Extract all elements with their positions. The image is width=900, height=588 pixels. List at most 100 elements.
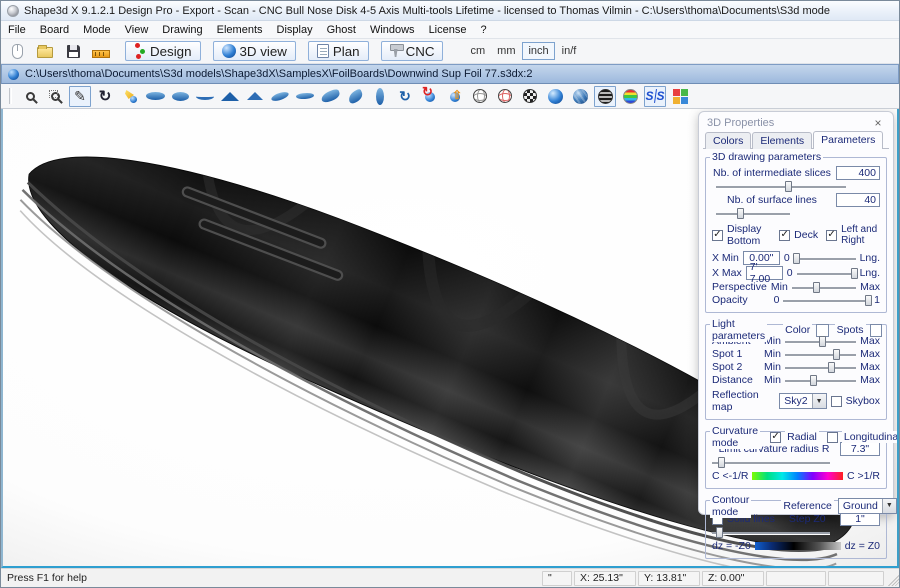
limit-radius-input[interactable]: 7.3" xyxy=(840,442,880,456)
3d-view-mode-button[interactable]: 3D view xyxy=(213,41,296,61)
slices-input[interactable]: 400 xyxy=(836,166,880,180)
view-perspective-2[interactable] xyxy=(294,86,316,107)
rotate-3d-tool[interactable]: ↻ xyxy=(94,86,116,107)
render-curvature-map[interactable] xyxy=(619,86,641,107)
tab-elements[interactable]: Elements xyxy=(752,132,812,149)
magnifier-icon xyxy=(26,92,35,101)
save-button[interactable] xyxy=(61,41,85,61)
reference-value: Ground xyxy=(839,500,882,512)
render-textured[interactable] xyxy=(569,86,591,107)
perspective-label: Perspective xyxy=(712,281,767,293)
rotate-view-button[interactable]: ↻ xyxy=(394,86,416,107)
spot2-slider[interactable] xyxy=(785,362,856,373)
xmax-input[interactable]: 7' 7.00 xyxy=(746,266,783,280)
tab-parameters[interactable]: Parameters xyxy=(813,131,883,149)
chevron-down-icon[interactable]: ▼ xyxy=(812,394,826,408)
menu-mode[interactable]: Mode xyxy=(76,23,118,37)
open-file-button[interactable] xyxy=(33,41,57,61)
spots-color-swatch[interactable] xyxy=(870,324,882,337)
longitudinal-checkbox[interactable] xyxy=(827,432,838,443)
curvature-lines-toggle[interactable]: SS xyxy=(644,86,666,107)
toolbar-grip[interactable] xyxy=(9,88,12,104)
mouse-settings-button[interactable] xyxy=(5,41,29,61)
slices-slider[interactable] xyxy=(716,181,846,192)
view-perspective-4[interactable] xyxy=(344,86,366,107)
document-title-bar[interactable]: C:\Users\thoma\Documents\S3d models\Shap… xyxy=(1,64,899,84)
reference-select[interactable]: Ground ▼ xyxy=(838,498,897,514)
unit-cm[interactable]: cm xyxy=(465,43,490,59)
menu-help[interactable]: ? xyxy=(473,23,493,37)
surface-lines-slider[interactable] xyxy=(716,208,790,219)
spot1-slider[interactable] xyxy=(785,349,856,360)
xmax-slider[interactable] xyxy=(797,268,856,279)
menu-drawing[interactable]: Drawing xyxy=(155,23,209,37)
unit-mm[interactable]: mm xyxy=(492,43,520,59)
resize-grip[interactable] xyxy=(886,571,899,586)
left-right-checkbox[interactable]: ✓ xyxy=(826,230,837,241)
view-perspective-1[interactable] xyxy=(269,86,291,107)
view-outline-top[interactable] xyxy=(144,86,166,107)
perspective-slider[interactable] xyxy=(792,282,856,293)
menu-ghost[interactable]: Ghost xyxy=(320,23,363,37)
render-mesh[interactable] xyxy=(519,86,541,107)
radial-checkbox[interactable]: ✓ xyxy=(770,432,781,443)
render-wireframe-red[interactable] xyxy=(494,86,516,107)
pan-tool[interactable]: ✎ xyxy=(69,86,91,107)
app-window: Shape3d X 9.1.2.1 Design Pro - Export - … xyxy=(0,0,900,588)
sphere-icon xyxy=(222,44,236,58)
view-slice-1[interactable] xyxy=(219,86,241,107)
design-mode-button[interactable]: Design xyxy=(125,41,201,61)
opacity-slider[interactable] xyxy=(783,295,870,306)
curvature-lines-icon: SS xyxy=(645,89,664,103)
deck-checkbox[interactable]: ✓ xyxy=(779,230,790,241)
longitudinal-label: Longitudinal xyxy=(842,431,899,443)
opacity-label: Opacity xyxy=(712,294,748,306)
menu-license[interactable]: License xyxy=(422,23,474,37)
view-perspective-3[interactable] xyxy=(319,86,341,107)
spin-y-button[interactable]: ⇧ xyxy=(444,86,466,107)
reflection-map-value: Sky2 xyxy=(780,395,811,407)
color-palette-button[interactable] xyxy=(669,86,691,107)
surface-lines-input[interactable]: 40 xyxy=(836,193,880,207)
spin-x-button[interactable]: ↻ xyxy=(419,86,441,107)
xmin-slider[interactable] xyxy=(794,253,856,264)
view-slice-2[interactable] xyxy=(244,86,266,107)
ambient-slider[interactable] xyxy=(785,336,856,347)
unit-in-f[interactable]: in/f xyxy=(557,43,582,59)
menu-board[interactable]: Board xyxy=(33,23,76,37)
zoom-window-tool[interactable] xyxy=(44,86,66,107)
menu-file[interactable]: File xyxy=(1,23,33,37)
menu-windows[interactable]: Windows xyxy=(363,23,422,37)
reflection-map-select[interactable]: Sky2 ▼ xyxy=(779,393,826,409)
skybox-checkbox[interactable] xyxy=(831,396,842,407)
render-wireframe[interactable] xyxy=(469,86,491,107)
menu-view[interactable]: View xyxy=(118,23,156,37)
display-bottom-checkbox[interactable]: ✓ xyxy=(712,230,723,241)
view-outline-deck[interactable] xyxy=(169,86,191,107)
render-solid[interactable] xyxy=(544,86,566,107)
chevron-down-icon[interactable]: ▼ xyxy=(882,499,896,513)
limit-radius-slider[interactable] xyxy=(712,457,830,468)
tab-colors[interactable]: Colors xyxy=(705,132,751,149)
unit-inch[interactable]: inch xyxy=(522,42,554,60)
view-rocker[interactable] xyxy=(194,86,216,107)
curvature-left-label: C <-1/R xyxy=(712,470,748,482)
step-z0-input[interactable]: 1" xyxy=(840,512,880,526)
menu-elements[interactable]: Elements xyxy=(210,23,270,37)
3d-viewport[interactable]: 3D Properties × Colors Elements Paramete… xyxy=(1,109,899,568)
distance-slider[interactable] xyxy=(785,375,856,386)
menu-display[interactable]: Display xyxy=(270,23,320,37)
measure-button[interactable] xyxy=(89,41,113,61)
render-reflection[interactable] xyxy=(594,86,616,107)
step-z0-slider[interactable] xyxy=(712,527,830,538)
striped-sphere-icon xyxy=(598,89,613,104)
cnc-mode-button[interactable]: CNC xyxy=(381,41,444,61)
view-front[interactable] xyxy=(369,86,391,107)
close-icon[interactable]: × xyxy=(871,116,885,130)
zoom-in-tool[interactable] xyxy=(19,86,41,107)
light-tool[interactable] xyxy=(119,86,141,107)
plan-mode-button[interactable]: Plan xyxy=(308,41,369,61)
panel-title-bar[interactable]: 3D Properties × xyxy=(699,112,893,131)
distance-min: Min xyxy=(764,374,781,386)
xmax-lng: Lng. xyxy=(860,267,880,279)
